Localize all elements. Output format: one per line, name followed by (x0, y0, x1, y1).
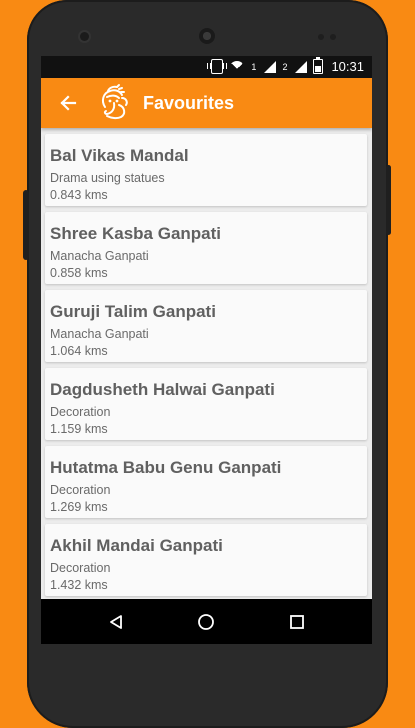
item-title: Bal Vikas Mandal (50, 146, 189, 165)
vibrate-icon (207, 59, 228, 74)
item-title: Guruji Talim Ganpati (50, 302, 216, 321)
status-bar: 1 2 10:31 (41, 56, 372, 78)
favourites-list: Bal Vikas Mandal Drama using statues 0.8… (41, 128, 372, 644)
item-distance: 0.843 kms (50, 188, 108, 202)
item-title: Hutatma Babu Genu Ganpati (50, 458, 282, 477)
circle-home-icon (198, 614, 214, 630)
signal-icon (262, 60, 277, 73)
sim2-label: 2 (282, 61, 288, 72)
signal-icon (293, 60, 308, 73)
item-distance: 1.269 kms (50, 500, 108, 514)
status-time: 10:31 (331, 59, 364, 74)
front-camera (80, 32, 89, 41)
item-title: Dagdusheth Halwai Ganpati (50, 380, 275, 399)
square-recents-icon (290, 615, 304, 629)
item-category: Manacha Ganpati (50, 249, 149, 263)
item-category: Drama using statues (50, 171, 165, 185)
light-sensor (330, 34, 336, 40)
item-distance: 1.159 kms (50, 422, 108, 436)
item-category: Decoration (50, 483, 111, 497)
list-item[interactable]: Dagdusheth Halwai Ganpati Decoration 1.1… (45, 368, 367, 440)
list-item[interactable]: Akhil Mandai Ganpati Decoration 1.432 km… (45, 524, 367, 596)
wifi-icon (229, 60, 246, 73)
nav-home-button[interactable] (193, 609, 219, 635)
list-item[interactable]: Bal Vikas Mandal Drama using statues 0.8… (45, 134, 367, 206)
sim1-label: 1 (251, 61, 257, 72)
nav-recents-button[interactable] (284, 609, 310, 635)
item-distance: 1.064 kms (50, 344, 108, 358)
earpiece-speaker (199, 28, 215, 44)
list-item[interactable]: Shree Kasba Ganpati Manacha Ganpati 0.85… (45, 212, 367, 284)
app-screen: 1 2 10:31 Favourites Bal Vikas Mandal Dr… (41, 56, 372, 644)
page-title: Favourites (143, 92, 235, 113)
battery-icon (313, 57, 324, 74)
system-navigation-bar (41, 599, 372, 644)
nav-back-button[interactable] (103, 609, 129, 635)
list-item[interactable]: Hutatma Babu Genu Ganpati Decoration 1.2… (45, 446, 367, 518)
ganpati-logo-icon (101, 84, 128, 120)
item-category: Manacha Ganpati (50, 327, 149, 341)
item-distance: 0.858 kms (50, 266, 108, 280)
item-title: Shree Kasba Ganpati (50, 224, 222, 243)
app-bar: Favourites (41, 78, 372, 128)
phone-side-button-right (386, 165, 391, 235)
item-category: Decoration (50, 561, 111, 575)
item-title: Akhil Mandai Ganpati (50, 536, 223, 555)
list-item[interactable]: Guruji Talim Ganpati Manacha Ganpati 1.0… (45, 290, 367, 362)
item-category: Decoration (50, 405, 111, 419)
triangle-back-icon (110, 615, 122, 629)
proximity-sensor (318, 34, 324, 40)
item-distance: 1.432 kms (50, 578, 108, 592)
status-icons: 1 2 10:31 (207, 57, 364, 74)
arrow-back-icon (60, 95, 77, 111)
back-button[interactable] (53, 88, 83, 118)
phone-side-button-left (23, 190, 29, 260)
